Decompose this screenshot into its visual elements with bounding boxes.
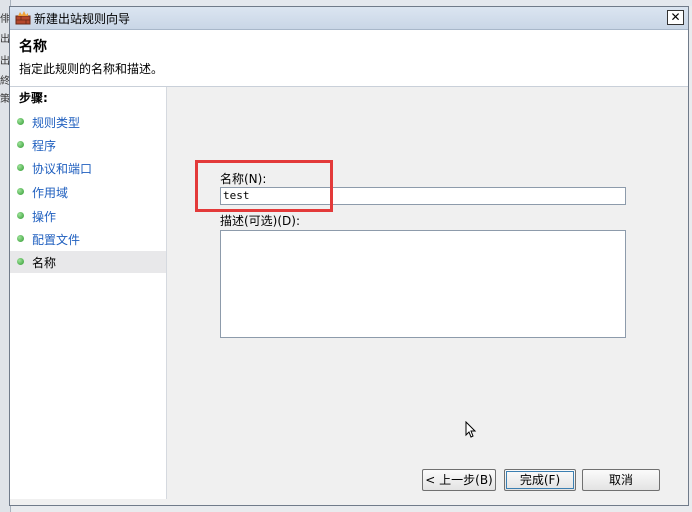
step-label: 规则类型 — [32, 116, 81, 130]
step-action[interactable]: 操作 — [10, 205, 166, 227]
green-dot-icon — [17, 188, 24, 195]
step-label: 名称 — [32, 256, 57, 270]
name-label: 名称(N): — [220, 172, 267, 186]
firewall-icon — [15, 11, 31, 25]
window-title: 新建出站规则向导 — [34, 12, 131, 26]
close-button[interactable]: ✕ — [667, 10, 684, 25]
page-description: 指定此规则的名称和描述。 — [19, 62, 164, 76]
new-outbound-rule-wizard: 新建出站规则向导 ✕ 名称 指定此规则的名称和描述。 步骤: 规则类型 程序 协… — [9, 6, 689, 506]
green-dot-icon — [17, 141, 24, 148]
green-dot-icon — [17, 118, 24, 125]
step-scope[interactable]: 作用域 — [10, 181, 166, 203]
description-label: 描述(可选)(D): — [220, 214, 301, 228]
step-label: 操作 — [32, 210, 57, 224]
cancel-button[interactable]: 取消 — [582, 469, 660, 491]
step-rule-type[interactable]: 规则类型 — [10, 111, 166, 133]
name-input[interactable]: test — [220, 187, 626, 205]
step-label: 作用域 — [32, 186, 69, 200]
back-button[interactable]: < 上一步(B) — [422, 469, 496, 491]
steps-heading: 步骤: — [19, 91, 48, 105]
wizard-content: 步骤: 规则类型 程序 协议和端口 作用域 操作 配置文件 名称 名称(N): … — [10, 87, 688, 505]
step-label: 程序 — [32, 139, 57, 153]
green-dot-icon — [17, 235, 24, 242]
step-label: 协议和端口 — [32, 162, 93, 176]
finish-button[interactable]: 完成(F) — [504, 469, 576, 491]
description-textarea[interactable] — [220, 230, 626, 338]
green-dot-icon — [17, 212, 24, 219]
steps-sidebar: 步骤: 规则类型 程序 协议和端口 作用域 操作 配置文件 名称 — [10, 87, 167, 499]
page-title: 名称 — [19, 39, 47, 55]
step-profile[interactable]: 配置文件 — [10, 228, 166, 250]
step-protocol-ports[interactable]: 协议和端口 — [10, 157, 166, 179]
mouse-cursor-icon — [465, 421, 477, 438]
wizard-header: 名称 指定此规则的名称和描述。 — [10, 30, 688, 87]
step-label: 配置文件 — [32, 233, 81, 247]
green-dot-icon — [17, 258, 24, 265]
green-dot-icon — [17, 164, 24, 171]
step-name[interactable]: 名称 — [10, 251, 166, 273]
title-bar[interactable]: 新建出站规则向导 ✕ — [10, 7, 688, 30]
step-program[interactable]: 程序 — [10, 134, 166, 156]
